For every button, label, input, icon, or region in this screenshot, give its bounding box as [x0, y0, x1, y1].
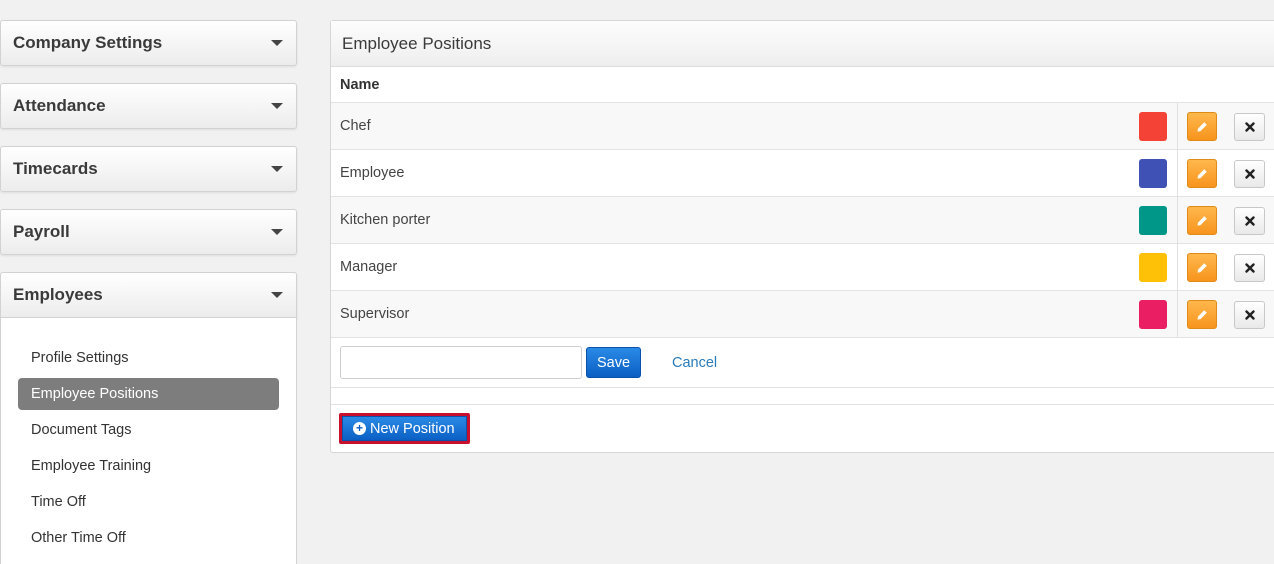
delete-button[interactable] — [1234, 254, 1265, 282]
position-name: Kitchen porter — [340, 212, 431, 228]
accordion-company-settings[interactable]: Company Settings — [0, 20, 297, 66]
pencil-icon — [1197, 168, 1207, 179]
color-swatch[interactable] — [1139, 300, 1167, 329]
pencil-icon — [1197, 262, 1207, 273]
caret-down-icon — [271, 229, 283, 235]
divider — [1177, 150, 1178, 197]
table-row: Manager — [331, 244, 1274, 291]
accordion-payroll[interactable]: Payroll — [0, 209, 297, 255]
accordion-label: Timecards — [13, 159, 98, 178]
sidebar: Company Settings Attendance Timecards Pa… — [0, 20, 297, 564]
position-name: Supervisor — [340, 306, 410, 322]
divider — [1177, 197, 1178, 244]
table-row: Supervisor — [331, 291, 1274, 338]
panel-footer: + New Position — [331, 405, 1274, 444]
edit-button[interactable] — [1187, 206, 1217, 235]
close-icon — [1244, 263, 1255, 273]
position-name: Chef — [340, 118, 371, 134]
delete-button[interactable] — [1234, 207, 1265, 235]
pencil-icon — [1197, 121, 1207, 132]
cancel-link[interactable]: Cancel — [672, 355, 717, 371]
plus-circle-icon: + — [353, 422, 366, 435]
sidebar-item-employee-training[interactable]: Employee Training — [18, 450, 279, 482]
new-position-button[interactable]: + New Position — [342, 416, 467, 441]
pencil-icon — [1197, 309, 1207, 320]
caret-down-icon — [271, 103, 283, 109]
divider — [1177, 103, 1178, 150]
edit-button[interactable] — [1187, 112, 1217, 141]
sidebar-item-profile-settings[interactable]: Profile Settings — [18, 342, 279, 374]
delete-button[interactable] — [1234, 301, 1265, 329]
edit-button[interactable] — [1187, 300, 1217, 329]
table-row: Kitchen porter — [331, 197, 1274, 244]
edit-button[interactable] — [1187, 253, 1217, 282]
sidebar-item-employee-positions[interactable]: Employee Positions — [18, 378, 279, 410]
sidebar-item-other-time-off[interactable]: Other Time Off — [18, 522, 279, 554]
sidebar-item-document-tags[interactable]: Document Tags — [18, 414, 279, 446]
color-swatch[interactable] — [1139, 159, 1167, 188]
spacer — [331, 388, 1274, 405]
caret-down-icon — [271, 292, 283, 298]
caret-down-icon — [271, 40, 283, 46]
position-name-input[interactable] — [340, 346, 582, 379]
save-button[interactable]: Save — [586, 347, 641, 378]
panel-title: Employee Positions — [331, 21, 1274, 67]
sidebar-item-time-off[interactable]: Time Off — [18, 486, 279, 518]
close-icon — [1244, 169, 1255, 179]
pencil-icon — [1197, 215, 1207, 226]
column-header-name: Name — [331, 67, 1274, 103]
caret-down-icon — [271, 166, 283, 172]
accordion-label: Attendance — [13, 96, 106, 115]
accordion-timecards[interactable]: Timecards — [0, 146, 297, 192]
close-icon — [1244, 122, 1255, 132]
close-icon — [1244, 216, 1255, 226]
table-row: Chef — [331, 103, 1274, 150]
delete-button[interactable] — [1234, 160, 1265, 188]
new-position-label: New Position — [370, 420, 455, 437]
edit-button[interactable] — [1187, 159, 1217, 188]
color-swatch[interactable] — [1139, 253, 1167, 282]
color-swatch[interactable] — [1139, 206, 1167, 235]
employee-positions-panel: Employee Positions Name Chef Employee Ki… — [330, 20, 1274, 453]
accordion-label: Company Settings — [13, 33, 163, 52]
table-row: Employee — [331, 150, 1274, 197]
add-position-form: Save Cancel — [331, 338, 1274, 388]
close-icon — [1244, 310, 1255, 320]
position-name: Manager — [340, 259, 398, 275]
accordion-group-employees: Employees Profile Settings Employee Posi… — [0, 272, 297, 564]
color-swatch[interactable] — [1139, 112, 1167, 141]
accordion-employees[interactable]: Employees — [0, 272, 297, 318]
delete-button[interactable] — [1234, 113, 1265, 141]
position-name: Employee — [340, 165, 405, 181]
accordion-attendance[interactable]: Attendance — [0, 83, 297, 129]
highlight-outline: + New Position — [339, 413, 470, 444]
employees-submenu: Profile Settings Employee Positions Docu… — [0, 318, 297, 564]
accordion-label: Payroll — [13, 222, 70, 241]
divider — [1177, 291, 1178, 338]
divider — [1177, 244, 1178, 291]
accordion-label: Employees — [13, 285, 103, 304]
